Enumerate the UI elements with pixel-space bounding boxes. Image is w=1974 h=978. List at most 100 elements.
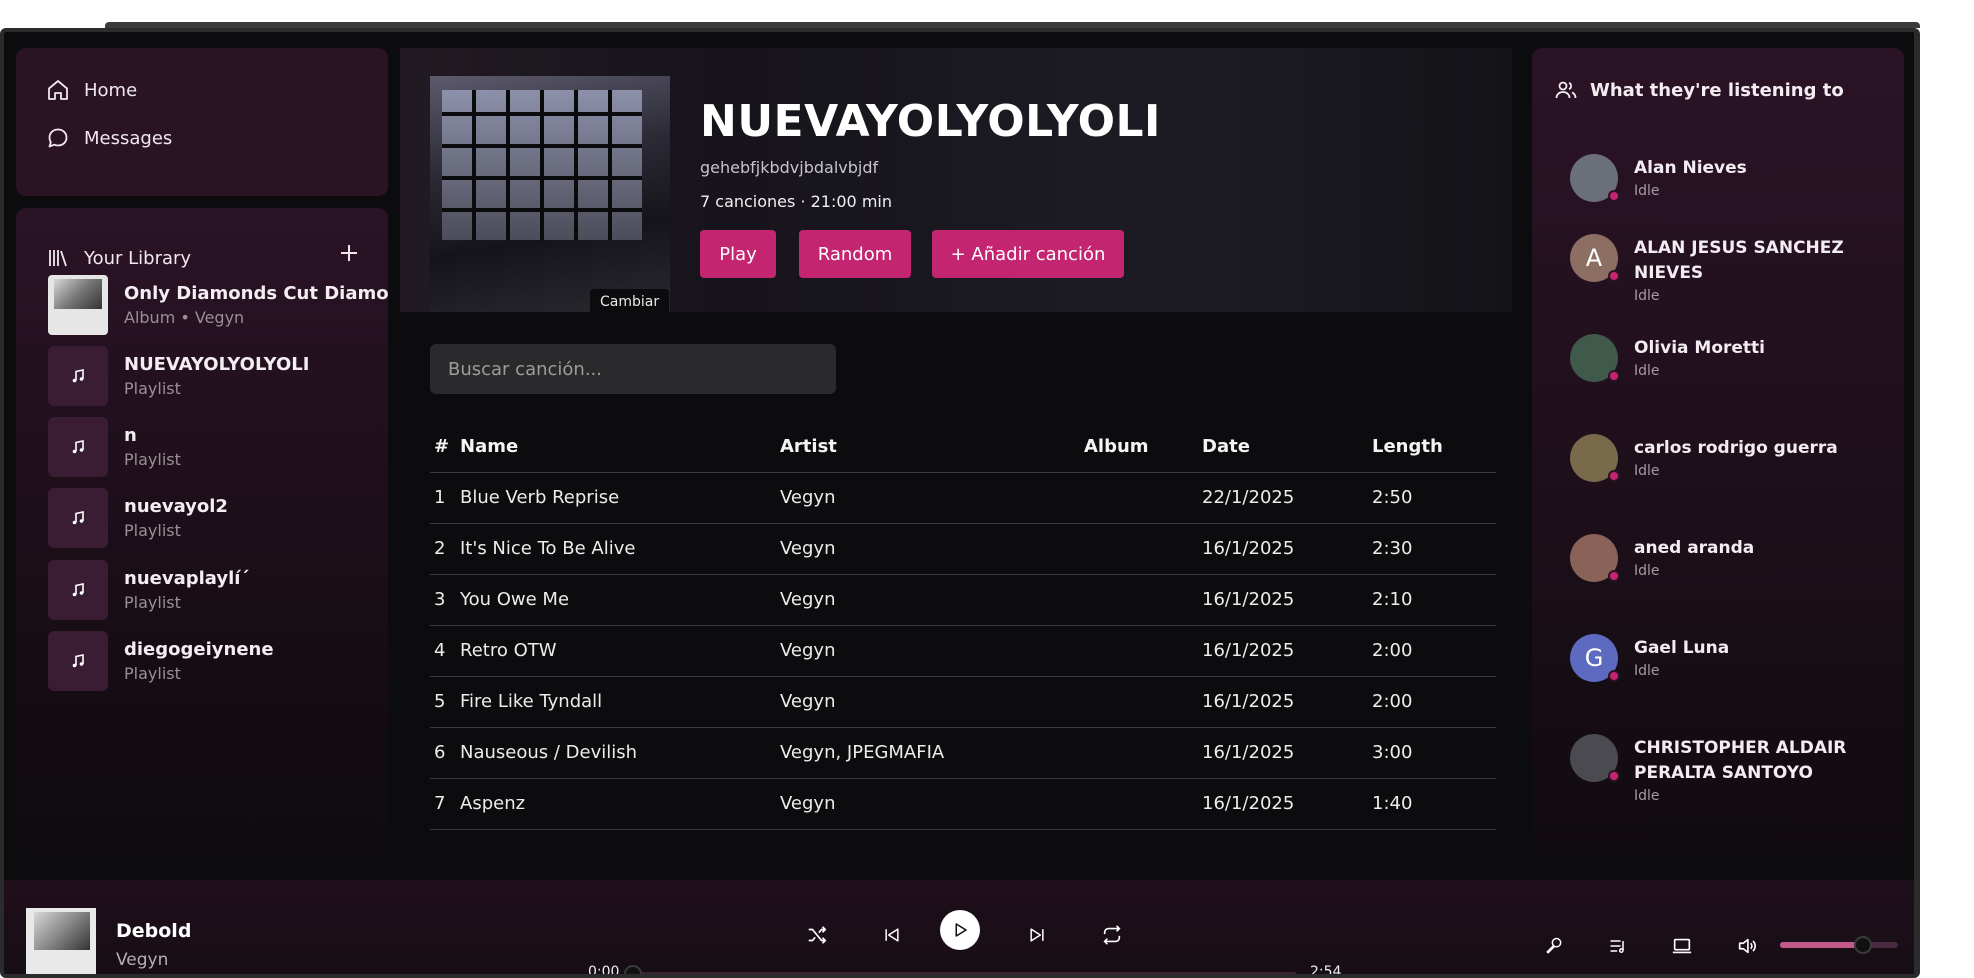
previous-button[interactable] (877, 920, 907, 950)
home-icon (46, 78, 70, 102)
track-number: 2 (430, 523, 456, 575)
library-item-album[interactable]: Only Diamonds Cut Diamonds Album • Vegyn (48, 270, 388, 340)
status-dot (1608, 670, 1620, 682)
playlist-thumb (48, 560, 108, 620)
shuffle-icon (806, 924, 828, 946)
track-date: 16/1/2025 (1198, 676, 1368, 728)
connect-device-button[interactable] (1668, 932, 1696, 960)
add-song-button[interactable]: + Añadir canción (932, 230, 1124, 278)
table-row[interactable]: 6 Nauseous / Devilish Vegyn, JPEGMAFIA 1… (430, 727, 1496, 779)
friend-name: CHRISTOPHER ALDAIR PERALTA SANTOYO (1634, 738, 1847, 783)
music-note-icon (70, 368, 86, 384)
library-item-subtitle: Playlist (124, 593, 181, 612)
friend-item[interactable]: Alan Nieves Idle (1570, 154, 1870, 202)
column-name[interactable]: Name (456, 422, 776, 473)
playlist-cover[interactable]: Cambiar (430, 76, 670, 312)
track-number: 5 (430, 676, 456, 728)
library-item-playlist[interactable]: NUEVAYOLYOLYOLI Playlist (48, 341, 388, 411)
library-item-playlist[interactable]: nuevaplaylí´ Playlist (48, 555, 388, 625)
table-row[interactable]: 1 Blue Verb Reprise Vegyn 22/1/2025 2:50 (430, 472, 1496, 524)
friend-status: Idle (1634, 563, 1660, 579)
track-artist: Vegyn (776, 625, 1080, 677)
friend-item[interactable]: CHRISTOPHER ALDAIR PERALTA SANTOYO Idle (1570, 734, 1870, 804)
library-header[interactable]: Your Library (46, 246, 191, 270)
track-length: 2:00 (1368, 625, 1496, 677)
track-artist: Vegyn (776, 676, 1080, 728)
status-dot (1608, 270, 1620, 282)
track-artist: Vegyn (776, 472, 1080, 524)
friend-name: Alan Nieves (1634, 158, 1747, 178)
friend-status: Idle (1634, 288, 1660, 304)
column-length[interactable]: Length (1368, 422, 1496, 473)
track-name: Blue Verb Reprise (456, 472, 776, 524)
queue-button[interactable] (1604, 932, 1632, 960)
column-artist[interactable]: Artist (776, 422, 1080, 473)
change-cover-button[interactable]: Cambiar (590, 289, 670, 312)
track-date: 16/1/2025 (1198, 574, 1368, 626)
track-length: 2:10 (1368, 574, 1496, 626)
volume-knob[interactable] (1853, 936, 1872, 954)
now-playing-title[interactable]: Debold (116, 920, 191, 942)
song-search-input[interactable] (430, 344, 836, 394)
nav-messages[interactable]: Messages (46, 126, 172, 150)
lyrics-button[interactable] (1540, 932, 1568, 960)
friend-item[interactable]: Olivia Moretti Idle (1570, 334, 1870, 382)
friend-item[interactable]: G Gael Luna Idle (1570, 634, 1870, 682)
friend-status: Idle (1634, 463, 1660, 479)
microphone-icon (1544, 936, 1564, 956)
friend-item[interactable]: A ALAN JESUS SANCHEZ NIEVES Idle (1570, 234, 1870, 304)
table-row[interactable]: 2 It's Nice To Be Alive Vegyn 16/1/2025 … (430, 523, 1496, 575)
track-name: It's Nice To Be Alive (456, 523, 776, 575)
cover-image (442, 90, 642, 240)
next-button[interactable] (1022, 920, 1052, 950)
avatar (1570, 534, 1620, 582)
status-dot (1608, 370, 1620, 382)
library-item-playlist[interactable]: diegogeiynene Playlist (48, 626, 388, 696)
random-button[interactable]: Random (799, 230, 911, 278)
play-icon (951, 921, 969, 939)
track-name: You Owe Me (456, 574, 776, 626)
track-number: 3 (430, 574, 456, 626)
table-row[interactable]: 3 You Owe Me Vegyn 16/1/2025 2:10 (430, 574, 1496, 626)
friend-item[interactable]: carlos rodrigo guerra Idle (1570, 434, 1870, 482)
library-item-title: nuevaplaylí´ (124, 568, 250, 589)
progress-knob[interactable] (624, 965, 642, 974)
track-number: 1 (430, 472, 456, 524)
repeat-button[interactable] (1097, 920, 1127, 950)
skip-back-icon (882, 925, 902, 945)
friend-activity-panel: What they're listening to Alan Nieves Idl… (1532, 48, 1904, 858)
friend-status: Idle (1634, 363, 1660, 379)
volume-slider[interactable] (1780, 936, 1898, 954)
avatar (1570, 154, 1620, 202)
friend-item[interactable]: aned aranda Idle (1570, 534, 1870, 582)
library-item-playlist[interactable]: nuevayol2 Playlist (48, 483, 388, 553)
library-item-playlist[interactable]: n Playlist (48, 412, 388, 482)
track-artist: Vegyn, JPEGMAFIA (776, 727, 1080, 779)
table-row[interactable]: 7 Aspenz Vegyn 16/1/2025 1:40 (430, 778, 1496, 830)
play-pause-button[interactable] (940, 910, 980, 950)
mute-button[interactable] (1733, 932, 1761, 960)
track-album (1080, 625, 1198, 677)
friend-name: ALAN JESUS SANCHEZ NIEVES (1634, 238, 1844, 283)
friend-name: aned aranda (1634, 538, 1755, 558)
column-album[interactable]: Album (1080, 422, 1198, 473)
playlist-thumb (48, 488, 108, 548)
table-header-row: # Name Artist Album Date Length (430, 422, 1496, 473)
column-date[interactable]: Date (1198, 422, 1368, 473)
now-playing-artist[interactable]: Vegyn (116, 950, 168, 970)
app-window: Home Messages Your Library Only Diamonds… (0, 28, 1920, 978)
table-row[interactable]: 4 Retro OTW Vegyn 16/1/2025 2:00 (430, 625, 1496, 677)
progress-slider[interactable] (624, 965, 1296, 974)
shuffle-button[interactable] (802, 920, 832, 950)
track-album (1080, 472, 1198, 524)
track-name: Aspenz (456, 778, 776, 830)
player-bar: Debold Vegyn 0:00 2:54 (4, 880, 1914, 974)
play-button[interactable]: Play (700, 230, 776, 278)
track-number: 4 (430, 625, 456, 677)
now-playing-cover[interactable] (26, 908, 96, 974)
track-artist: Vegyn (776, 778, 1080, 830)
nav-home[interactable]: Home (46, 78, 137, 102)
add-to-library-button[interactable] (332, 236, 366, 270)
track-album (1080, 727, 1198, 779)
table-row[interactable]: 5 Fire Like Tyndall Vegyn 16/1/2025 2:00 (430, 676, 1496, 728)
